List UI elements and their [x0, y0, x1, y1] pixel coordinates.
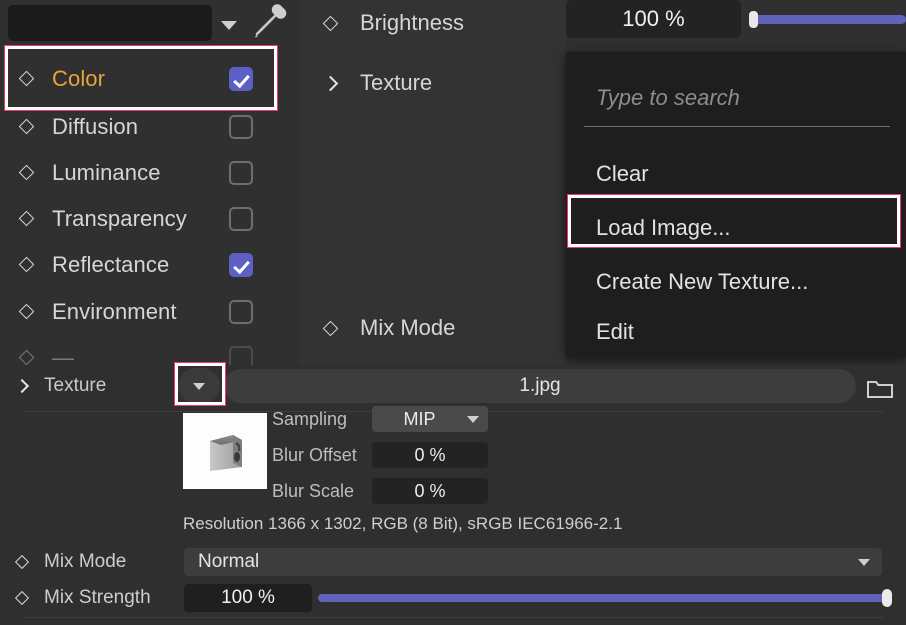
material-editor-root: Color Diffusion Luminance Transparency R… — [0, 0, 906, 625]
diamond-keyframe-icon[interactable] — [0, 210, 52, 227]
diamond-keyframe-icon[interactable] — [300, 320, 360, 336]
blur-offset-row: Blur Offset 0 % — [272, 440, 488, 470]
chevron-right-icon[interactable] — [0, 378, 44, 394]
diamond-keyframe-icon[interactable] — [0, 70, 52, 87]
channel-row-luminance[interactable]: Luminance — [0, 149, 300, 196]
folder-icon[interactable] — [866, 376, 894, 405]
mix-strength-value-field[interactable]: 100 % — [184, 584, 312, 612]
chevron-down-icon — [467, 415, 479, 423]
diamond-keyframe-icon[interactable] — [0, 303, 52, 320]
mix-mode-value: Normal — [198, 551, 260, 572]
channel-checkbox-reflectance[interactable] — [229, 252, 253, 277]
channel-checkbox-transparency[interactable] — [229, 206, 253, 231]
blur-offset-label: Blur Offset — [272, 444, 357, 465]
brightness-slider-track — [752, 15, 906, 24]
channel-row-transparency[interactable]: Transparency — [0, 195, 300, 242]
blur-scale-row: Blur Scale 0 % — [272, 476, 488, 506]
texture-context-menu: Type to search Clear Load Image... Creat… — [566, 52, 906, 357]
mix-strength-row: Mix Strength 100 % — [0, 581, 906, 615]
channel-row-diffusion[interactable]: Diffusion — [0, 103, 300, 150]
mix-mode-row: Mix Mode — [300, 305, 566, 351]
channel-row-color[interactable]: Color — [0, 55, 300, 102]
diamond-keyframe-icon[interactable] — [0, 164, 52, 181]
menu-item-create-new-texture[interactable]: Create New Texture... — [566, 258, 906, 306]
channel-checkbox-color[interactable] — [229, 66, 253, 91]
brightness-slider[interactable] — [749, 6, 906, 32]
menu-item-edit[interactable]: Edit — [566, 308, 906, 356]
diamond-keyframe-icon[interactable] — [0, 554, 44, 570]
texture-dropdown-button[interactable] — [178, 368, 220, 404]
channel-row-environment[interactable]: Environment — [0, 288, 300, 335]
channel-row-reflectance[interactable]: Reflectance — [0, 241, 300, 288]
mix-strength-slider[interactable] — [318, 584, 892, 612]
search-input[interactable]: Type to search — [584, 70, 890, 127]
channel-label-environment: Environment — [52, 298, 177, 324]
search-placeholder: Type to search — [596, 85, 740, 110]
property-column: Brightness Texture Mix Mode — [300, 0, 566, 365]
color-swatch-chevron-down-icon[interactable] — [221, 20, 237, 30]
diamond-keyframe-icon[interactable] — [300, 15, 360, 31]
texture-row[interactable]: Texture — [300, 60, 566, 106]
eyedropper-icon[interactable] — [251, 0, 291, 45]
mix-mode-label-lower: Mix Mode — [44, 551, 127, 572]
menu-item-label: Load Image... — [596, 215, 731, 240]
texture-label: Texture — [360, 70, 433, 95]
texture-thumbnail[interactable] — [183, 413, 267, 489]
texture-row-label: Texture — [44, 375, 107, 396]
diamond-keyframe-icon[interactable] — [0, 590, 44, 606]
sampling-label: Sampling — [272, 408, 348, 429]
blur-scale-field[interactable]: 0 % — [372, 478, 488, 504]
sampling-row: Sampling MIP — [272, 404, 488, 434]
menu-item-label: Create New Texture... — [596, 269, 809, 294]
blur-offset-field[interactable]: 0 % — [372, 442, 488, 468]
channel-label-reflectance: Reflectance — [52, 251, 170, 277]
color-swatch[interactable] — [8, 5, 212, 41]
texture-file-field[interactable]: 1.jpg — [224, 369, 856, 403]
mix-strength-slider-knob[interactable] — [882, 589, 892, 607]
chevron-down-icon — [858, 558, 870, 566]
menu-item-clear[interactable]: Clear — [566, 150, 906, 198]
channel-checkbox-diffusion[interactable] — [229, 114, 253, 139]
mix-mode-row-lower: Mix Mode Normal — [0, 545, 906, 579]
channel-label-diffusion: Diffusion — [52, 113, 139, 139]
menu-item-label: Clear — [596, 161, 649, 186]
diamond-keyframe-icon[interactable] — [0, 118, 52, 135]
brightness-label: Brightness — [360, 10, 464, 35]
resolution-info-text: Resolution 1366 x 1302, RGB (8 Bit), sRG… — [183, 514, 623, 533]
brightness-row: Brightness — [300, 0, 566, 46]
menu-item-label: Edit — [596, 319, 634, 344]
channel-label-transparency: Transparency — [52, 205, 187, 231]
mix-mode-label: Mix Mode — [360, 315, 456, 340]
mix-mode-select[interactable]: Normal — [184, 548, 882, 576]
channel-checkbox-luminance[interactable] — [229, 160, 253, 185]
channel-label-luminance: Luminance — [52, 159, 161, 185]
blur-scale-label: Blur Scale — [272, 480, 355, 501]
color-swatch-row — [8, 3, 298, 42]
channel-label-color: Color — [52, 65, 106, 91]
chevron-right-icon[interactable] — [300, 75, 360, 91]
brightness-slider-knob[interactable] — [749, 11, 758, 28]
diamond-keyframe-icon[interactable] — [0, 256, 52, 273]
diamond-keyframe-icon — [0, 349, 52, 366]
channel-list-panel: Color Diffusion Luminance Transparency R… — [0, 0, 300, 370]
sampling-select[interactable]: MIP — [372, 406, 488, 432]
mix-strength-label: Mix Strength — [44, 587, 151, 608]
menu-item-load-image[interactable]: Load Image... — [566, 204, 906, 252]
triangle-down-icon — [193, 382, 205, 390]
mix-strength-slider-track — [318, 594, 886, 602]
channel-checkbox-environment[interactable] — [229, 299, 253, 324]
brightness-value-field[interactable]: 100 % — [566, 0, 741, 38]
sampling-value: MIP — [403, 408, 436, 429]
divider — [22, 617, 884, 618]
